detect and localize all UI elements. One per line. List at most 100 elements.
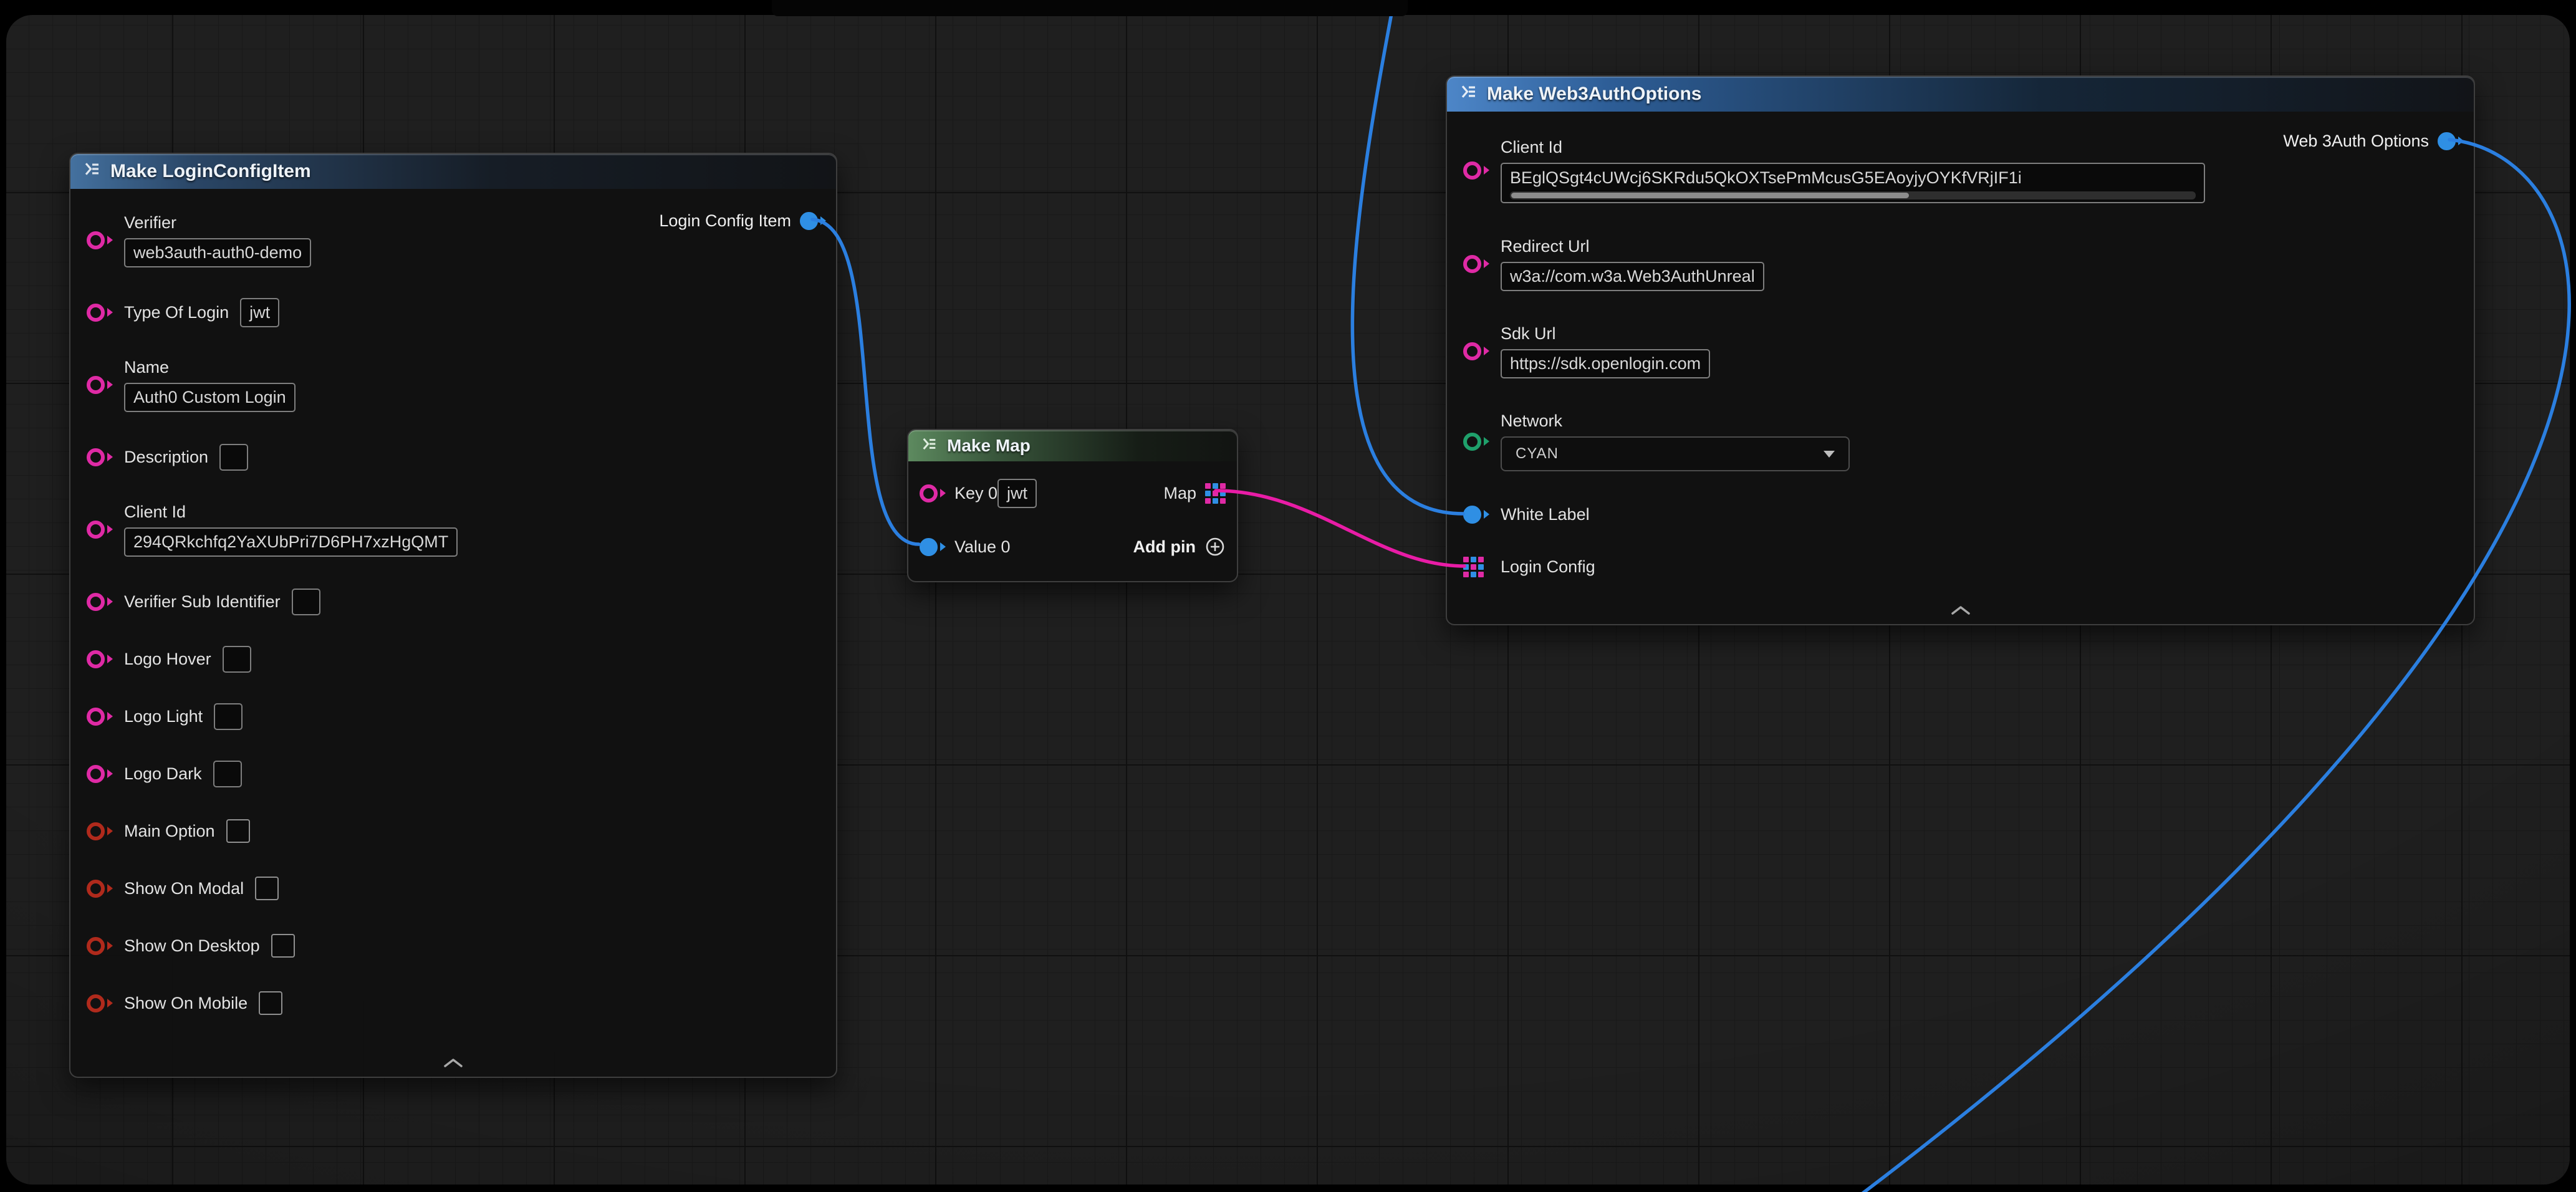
pin-row-client-id: Client Id BEglQSgt4cUWcj6SKRdu5QkOXTsePmM… [1463,120,2458,220]
make-map-icon [921,435,938,457]
make-struct-icon [1459,82,1478,106]
login-config-label: Login Config [1501,557,1595,577]
show-on-desktop-pin[interactable] [87,937,114,955]
node-header[interactable]: Make Map [908,430,1237,461]
verifier-sub-identifier-input[interactable] [292,589,320,615]
pin-row-main-option: Main Option [87,802,820,860]
chevron-down-icon [1824,451,1835,458]
key-0-label: Key 0 [954,484,997,503]
verifier-pin[interactable] [87,231,114,249]
sdk-url-pin[interactable] [1463,342,1491,360]
pin-row-login-config: Login Config [1463,541,2458,593]
verifier-label: Verifier [124,213,311,233]
key-0-pin[interactable] [920,484,946,502]
verifier-sub-identifier-pin[interactable] [87,593,114,611]
pin-row-sdk-url: Sdk Url https://sdk.openlogin.com [1463,307,2458,395]
type-of-login-label: Type Of Login [124,303,229,322]
network-dropdown[interactable]: CYAN [1501,436,1850,471]
map-output-pin[interactable] [1205,483,1226,504]
show-on-desktop-label: Show On Desktop [124,936,260,956]
node-make-map[interactable]: Make Map Key 0 jwt Map Value 0 [907,429,1238,582]
pin-row-show-on-mobile: Show On Mobile [87,974,820,1032]
pin-row-white-label: White Label [1463,488,2458,541]
pin-row-show-on-modal: Show On Modal [87,860,820,917]
add-pin-button[interactable] [1204,536,1226,557]
pin-row-client-id: Client Id 294QRkchfq2YaXUbPri7D6PH7xzHgQM… [87,486,820,573]
main-option-label: Main Option [124,822,215,841]
description-input[interactable] [219,444,248,471]
client-id-input[interactable]: 294QRkchfq2YaXUbPri7D6PH7xzHgQMT [124,527,458,557]
network-pin[interactable] [1463,433,1491,451]
show-on-modal-checkbox[interactable] [255,877,279,900]
name-label: Name [124,358,296,377]
overlapping-window-edge [772,0,1408,16]
client-id-label: Client Id [1501,138,2205,157]
name-input[interactable]: Auth0 Custom Login [124,383,296,412]
client-id-input[interactable]: BEglQSgt4cUWcj6SKRdu5QkOXTsePmMcusG5EAoy… [1501,163,2205,203]
logo-hover-label: Logo Hover [124,650,211,669]
pin-row-description: Description [87,428,820,486]
key-0-input[interactable]: jwt [997,479,1037,508]
collapse-node-button[interactable] [70,1057,836,1072]
main-option-pin[interactable] [87,822,114,840]
pin-row-show-on-desktop: Show On Desktop [87,917,820,974]
show-on-modal-label: Show On Modal [124,879,244,898]
client-id-pin[interactable] [1463,161,1491,180]
login-config-pin[interactable] [1463,557,1491,577]
logo-dark-label: Logo Dark [124,764,202,784]
show-on-modal-pin[interactable] [87,880,114,898]
network-label: Network [1501,411,1850,431]
white-label-pin[interactable] [1463,506,1491,524]
white-label-label: White Label [1501,505,1590,524]
redirect-url-input[interactable]: w3a://com.w3a.Web3AuthUnreal [1501,262,1764,291]
redirect-url-label: Redirect Url [1501,237,1764,256]
collapse-node-button[interactable] [1447,605,2474,619]
map-output-label: Map [1163,484,1196,503]
type-of-login-input[interactable]: jwt [240,298,279,327]
type-of-login-pin[interactable] [87,304,114,322]
main-option-checkbox[interactable] [226,819,250,843]
logo-hover-input[interactable] [223,646,251,673]
show-on-mobile-pin[interactable] [87,994,114,1012]
name-pin[interactable] [87,376,114,394]
pin-row-verifier: Verifier web3auth-auth0-demo [87,196,820,284]
sdk-url-label: Sdk Url [1501,324,1710,344]
pin-row-logo-hover: Logo Hover [87,630,820,688]
logo-light-input[interactable] [214,703,243,730]
show-on-desktop-checkbox[interactable] [271,934,295,958]
pin-row-network: Network CYAN [1463,395,2458,488]
node-make-login-config-item[interactable]: Make LoginConfigItem Login Config Item V… [69,153,837,1078]
verifier-input[interactable]: web3auth-auth0-demo [124,238,311,267]
redirect-url-pin[interactable] [1463,255,1491,273]
pin-row-logo-light: Logo Light [87,688,820,745]
pin-row-type-of-login: Type Of Login jwt [87,284,820,341]
client-id-label: Client Id [124,502,458,522]
logo-light-label: Logo Light [124,707,203,726]
horizontal-scrollbar[interactable] [1510,191,2196,199]
logo-light-pin[interactable] [87,708,114,726]
verifier-sub-identifier-label: Verifier Sub Identifier [124,592,281,612]
description-pin[interactable] [87,448,114,466]
pin-row-name: Name Auth0 Custom Login [87,341,820,428]
pin-row-redirect-url: Redirect Url w3a://com.w3a.Web3AuthUnreal [1463,220,2458,307]
make-struct-icon [83,160,102,183]
node-title: Make Web3AuthOptions [1487,84,1701,105]
pin-row-verifier-sub-identifier: Verifier Sub Identifier [87,573,820,630]
node-make-web3auth-options[interactable]: Make Web3AuthOptions Web 3Auth Options C… [1446,75,2475,625]
node-header[interactable]: Make LoginConfigItem [70,154,836,189]
show-on-mobile-label: Show On Mobile [124,994,248,1013]
node-title: Make Map [947,436,1031,456]
logo-dark-pin[interactable] [87,765,114,783]
client-id-pin[interactable] [87,521,114,539]
value-0-label: Value 0 [954,537,1011,557]
sdk-url-input[interactable]: https://sdk.openlogin.com [1501,349,1710,378]
description-label: Description [124,448,208,467]
value-0-pin[interactable] [920,538,946,556]
node-header[interactable]: Make Web3AuthOptions [1447,77,2474,112]
logo-hover-pin[interactable] [87,650,114,668]
node-title: Make LoginConfigItem [110,161,311,182]
add-pin-label: Add pin [1133,537,1196,557]
logo-dark-input[interactable] [213,761,242,787]
show-on-mobile-checkbox[interactable] [259,991,282,1015]
pin-row-logo-dark: Logo Dark [87,745,820,802]
